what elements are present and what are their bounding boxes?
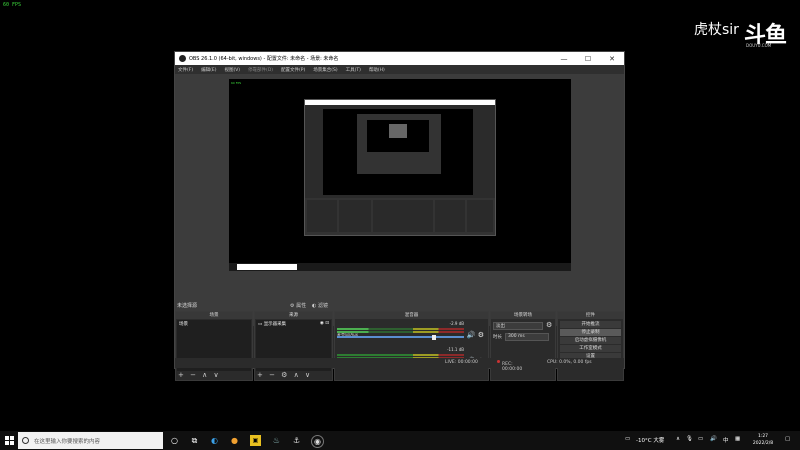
list-item[interactable]: 场景 <box>177 320 251 328</box>
menu-docks[interactable]: 停靠部件(D) <box>248 67 273 73</box>
start-streaming-button[interactable]: 开始推流 <box>560 321 621 328</box>
taskbar-clock[interactable]: 1:27 2022/2/8 <box>748 433 778 447</box>
app-yellow-icon[interactable]: ▣ <box>250 435 261 446</box>
canvas-fps-overlay: 60 FPS <box>231 81 242 85</box>
mixer-track-mic: 麦克风/Aux -2.9 dB 🔊 ⚙ <box>337 321 486 345</box>
volume-meter <box>337 331 464 333</box>
mixer-dock-title: 混音器 <box>335 312 488 319</box>
edge-browser-icon[interactable]: ◐ <box>209 435 220 446</box>
close-button[interactable]: ✕ <box>600 52 624 65</box>
stop-recording-button[interactable]: 停止录制 <box>560 329 621 336</box>
maximize-button[interactable]: ☐ <box>576 52 600 65</box>
obs-app-icon <box>179 55 186 62</box>
windows-taskbar: 在这里输入你要搜索的内容 ○ ⧉ ◐ ● ▣ ♨ ⚓ ◉ ▭ -10°C 大雾 … <box>0 431 800 450</box>
live-status: LIVE: 00:00:00 <box>445 360 478 365</box>
transition-type-select[interactable]: 淡出 <box>493 322 543 330</box>
volume-meter <box>337 354 464 356</box>
streamer-name: 虎杖sir <box>694 22 739 38</box>
sources-dock-title: 来源 <box>255 312 332 319</box>
sources-toolbar[interactable]: + − ⚙ ∧ ∨ <box>257 371 312 379</box>
preview-canvas[interactable]: 60 FPS <box>229 79 571 271</box>
track-db: -2.9 dB <box>449 321 464 326</box>
microphone-icon[interactable]: 🎙 <box>686 436 693 442</box>
menu-tools[interactable]: 工具(T) <box>346 67 361 73</box>
weather-text[interactable]: -10°C 大雾 <box>636 436 664 444</box>
clock-date: 2022/2/8 <box>752 441 774 446</box>
record-dot-icon <box>497 360 500 363</box>
app-orange-icon[interactable]: ● <box>229 435 240 446</box>
taskbar-search-box[interactable]: 在这里输入你要搜索的内容 <box>18 432 163 449</box>
audio-mixer-dock: 混音器 麦克风/Aux -2.9 dB 🔊 ⚙ 桌面音频 -11.1 dB 🔊 … <box>334 311 489 381</box>
douyu-url: DOUYU.COM <box>746 43 772 48</box>
volume-slider[interactable] <box>337 334 464 340</box>
sources-dock: 来源 ▭ 显示器采集 ◉ ⊡ + − ⚙ ∧ ∨ <box>254 311 333 381</box>
menu-help[interactable]: 帮助(H) <box>369 67 385 73</box>
search-icon <box>22 437 29 444</box>
cpu-status: CPU: 0.0%, 0.00 fps <box>547 360 592 365</box>
menu-view[interactable]: 视图(V) <box>224 67 240 73</box>
slider-handle[interactable] <box>432 334 437 340</box>
windows-start-icon[interactable] <box>5 436 14 445</box>
scenes-dock: 场景 场景 + − ∧ ∨ <box>175 311 253 381</box>
tray-chevron-icon[interactable]: ∧ <box>676 436 680 442</box>
volume-meter <box>337 328 464 330</box>
menu-bar: 文件(F) 编辑(E) 视图(V) 停靠部件(D) 配置文件(P) 场景集合(S… <box>175 65 624 74</box>
scenes-toolbar[interactable]: + − ∧ ∨ <box>178 371 221 379</box>
menu-file[interactable]: 文件(F) <box>178 67 193 73</box>
window-title: OBS 26.1.0 (64-bit, windows) - 配置文件: 未命名… <box>189 56 339 62</box>
clock-time: 1:27 <box>757 434 769 439</box>
obs-taskbar-icon[interactable]: ◉ <box>311 435 324 448</box>
dock-area: 场景 场景 + − ∧ ∨ 来源 ▭ 显示器采集 ◉ ⊡ + − ⚙ ∧ ∨ 混… <box>175 311 624 381</box>
studio-mode-button[interactable]: 工作室模式 <box>560 345 621 352</box>
anchor-icon[interactable]: ⚓ <box>291 435 302 446</box>
recursive-preview <box>304 99 496 236</box>
volume-icon[interactable]: 🔊 <box>710 436 717 442</box>
steam-icon[interactable]: ♨ <box>271 435 282 446</box>
controls-dock-title: 控件 <box>558 312 623 319</box>
status-bar: LIVE: 00:00:00 REC: 00:00:00 CPU: 0.0%, … <box>175 358 624 372</box>
task-view-icon[interactable]: ⧉ <box>189 435 200 446</box>
duration-field[interactable]: 300 ms <box>505 333 549 341</box>
start-virtual-camera-button[interactable]: 启动虚拟摄像机 <box>560 337 621 344</box>
menu-edit[interactable]: 编辑(E) <box>201 67 216 73</box>
captured-taskbar <box>229 263 571 271</box>
ime-indicator[interactable]: 中 <box>723 436 729 444</box>
obs-window: OBS 26.1.0 (64-bit, windows) - 配置文件: 未命名… <box>174 51 625 381</box>
notification-icon[interactable]: ▢ <box>785 436 790 442</box>
scenes-dock-title: 场景 <box>176 312 252 319</box>
preview-area[interactable]: 60 FPS 未选择源 ⚙ 属性 ◐ 滤镜 场景 场景 + − ∧ ∨ 来源 ▭… <box>175 74 624 381</box>
obs-titlebar[interactable]: OBS 26.1.0 (64-bit, windows) - 配置文件: 未命名… <box>175 52 624 65</box>
properties-button[interactable]: ⚙ 属性 <box>290 302 306 309</box>
visibility-eye-icon[interactable]: ◉ ⊡ <box>320 321 329 326</box>
menu-profile[interactable]: 配置文件(P) <box>281 67 305 73</box>
duration-label: 时长 <box>493 335 502 340</box>
speaker-icon[interactable]: 🔊 ⚙ <box>467 331 484 339</box>
filters-button[interactable]: ◐ 滤镜 <box>312 302 328 309</box>
menu-scene-collection[interactable]: 场景集合(S) <box>313 67 337 73</box>
fps-overlay: 60 FPS <box>3 2 22 8</box>
transitions-dock-title: 场景转场 <box>491 312 555 319</box>
list-item[interactable]: ▭ 显示器采集 ◉ ⊡ <box>256 320 331 328</box>
minimize-button[interactable]: — <box>552 52 576 65</box>
search-placeholder: 在这里输入你要搜索的内容 <box>34 438 101 445</box>
app-tray-icon[interactable]: ▦ <box>735 436 740 442</box>
network-icon[interactable]: ▭ <box>698 436 703 442</box>
douyu-watermark: 虎杖sir 斗鱼 DOUYU.COM <box>694 17 794 48</box>
cortana-icon[interactable]: ○ <box>169 435 180 446</box>
controls-dock: 控件 开始推流 停止录制 启动虚拟摄像机 工作室模式 设置 退出 <box>557 311 624 381</box>
no-source-selected-label: 未选择源 <box>177 303 198 309</box>
gear-icon[interactable]: ⚙ <box>546 321 552 329</box>
rec-status: REC: 00:00:00 <box>497 360 522 372</box>
transitions-dock: 场景转场 淡出 ⚙ 时长 300 ms <box>490 311 556 381</box>
track-db: -11.1 dB <box>447 347 464 352</box>
weather-icon[interactable]: ▭ <box>625 436 630 442</box>
